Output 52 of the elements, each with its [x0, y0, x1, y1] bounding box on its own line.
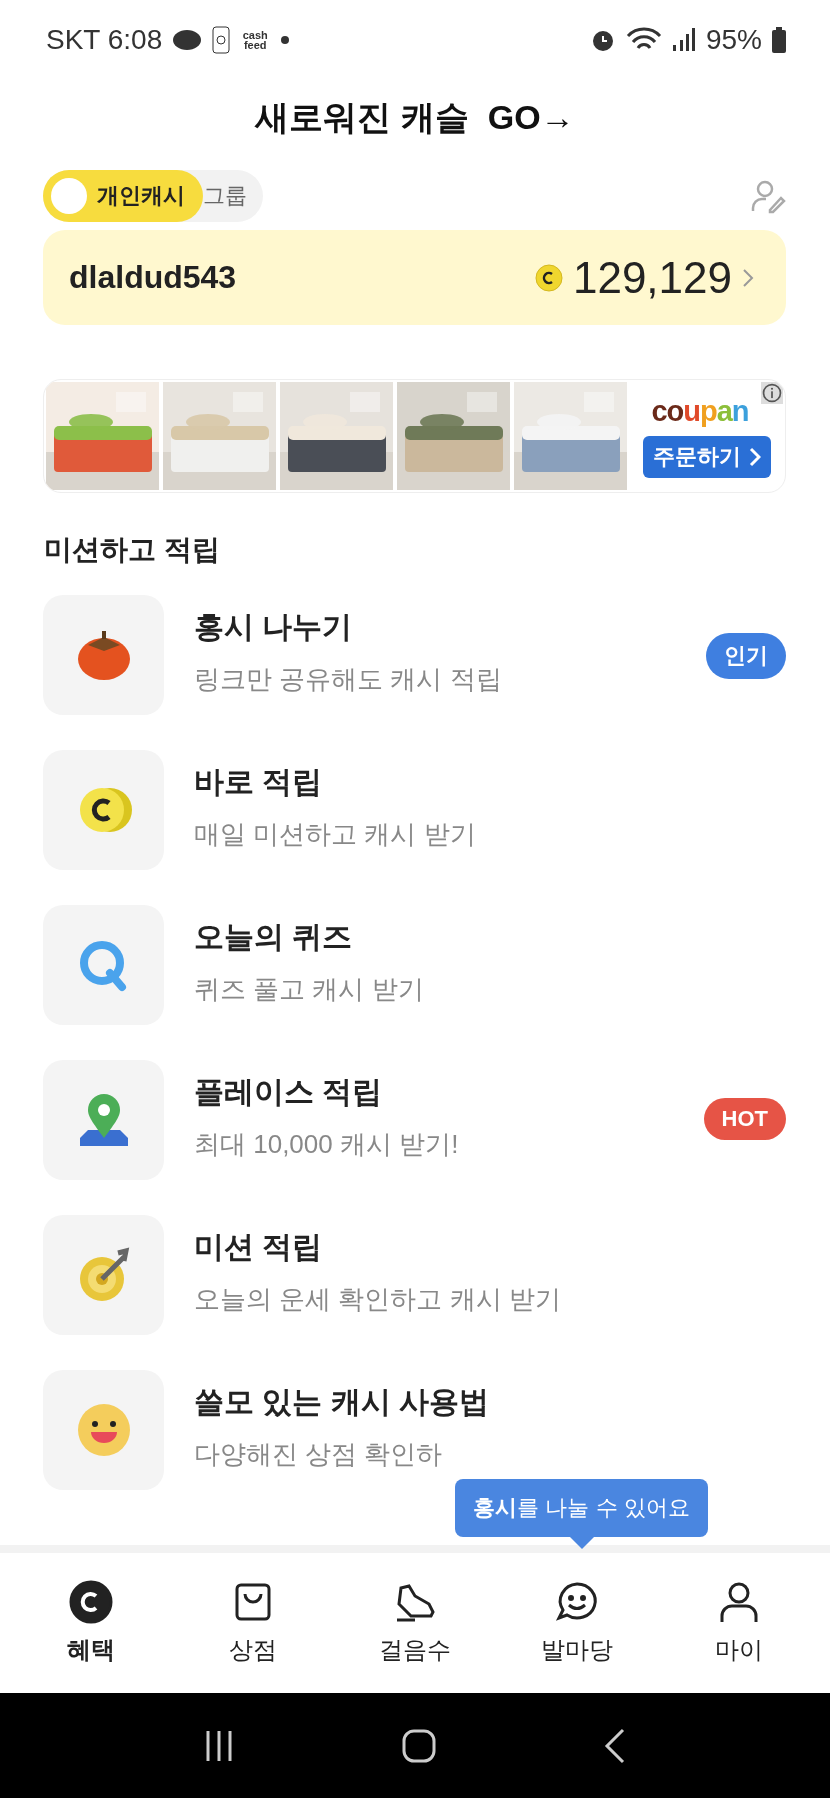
mission-title: 오늘의 퀴즈 — [194, 919, 354, 955]
nav-tab[interactable]: 마이 — [669, 1579, 809, 1667]
mission-badge: HOT — [703, 1098, 786, 1140]
section-title: 미션하고 적립 — [44, 534, 220, 565]
ad-banner[interactable]: coupan 주문하기 — [43, 379, 786, 493]
mission-title: 플레이스 적립 — [194, 1074, 384, 1110]
dot-icon — [280, 35, 291, 45]
brand-logo: coupan — [651, 394, 749, 428]
cash-balance: 129,129 — [572, 252, 732, 303]
mission-subtitle: 매일 미션하고 캐시 받기 — [194, 818, 477, 851]
nav-tab[interactable]: 상점 — [183, 1579, 323, 1667]
toggle-option[interactable]: 개인캐시 — [43, 170, 203, 222]
nav-tab[interactable]: 걸음수 — [345, 1579, 485, 1667]
smile-chat-icon — [555, 1580, 599, 1624]
chat-bubble-icon — [172, 27, 203, 53]
mission-title: 바로 적립 — [194, 764, 324, 800]
nav-tab[interactable]: 혜택 — [21, 1579, 161, 1667]
mission-item[interactable]: 미션 적립 오늘의 운세 확인하고 캐시 받기 — [43, 1215, 786, 1370]
mission-item[interactable]: 오늘의 퀴즈 퀴즈 풀고 캐시 받기 — [43, 905, 786, 1060]
mission-badge: 인기 — [706, 633, 786, 679]
mission-subtitle: 링크만 공유해도 캐시 적립 — [194, 663, 503, 696]
mission-subtitle: 퀴즈 풀고 캐시 받기 — [194, 973, 425, 1006]
chevron-right-icon — [749, 446, 761, 467]
battery-percent: 95% — [705, 24, 762, 56]
mission-subtitle: 최대 10,000 캐시 받기! — [194, 1128, 460, 1161]
home-icon[interactable] — [401, 1727, 437, 1764]
coin-icon — [69, 1580, 113, 1624]
mission-title: 홍시 나누기 — [194, 609, 354, 645]
username: dlaldud543 — [69, 259, 237, 296]
tooltip-pointer — [569, 1537, 594, 1549]
chevron-right-icon — [742, 267, 754, 288]
mission-subtitle: 오늘의 운세 확인하고 캐시 받기 — [194, 1283, 562, 1316]
toggle-option[interactable]: 그룹 — [203, 170, 263, 222]
app-notification-label: cash feed — [241, 30, 269, 50]
coin-icon — [534, 263, 563, 292]
mission-item[interactable]: 플레이스 적립 최대 10,000 캐시 받기! HOT — [43, 1060, 786, 1215]
signal-icon — [671, 27, 696, 53]
mission-title: 쓸모 있는 캐시 사용법 — [194, 1384, 490, 1420]
back-icon[interactable] — [604, 1727, 627, 1764]
mission-item[interactable]: 홍시 나누기 링크만 공유해도 캐시 적립 인기 — [43, 595, 786, 750]
carrier-time: SKT 6:08 — [46, 24, 163, 56]
order-button[interactable]: 주문하기 — [643, 435, 771, 478]
mission-title: 미션 적립 — [194, 1229, 324, 1265]
header-title[interactable]: 새로워진 캐슬 GO→ — [255, 95, 575, 141]
battery-icon — [772, 27, 786, 53]
tooltip: 홍시를 나눌 수 있어요 — [455, 1479, 708, 1549]
nav-tab[interactable]: 발마당 — [507, 1579, 647, 1667]
info-icon[interactable] — [761, 382, 783, 404]
mission-item[interactable]: 바로 적립 매일 미션하고 캐시 받기 — [43, 750, 786, 905]
mission-subtitle: 다양해진 상점 확인하 — [194, 1438, 444, 1471]
account-card[interactable]: dlaldud543 129,129 — [43, 230, 786, 325]
phone-gear-icon — [212, 26, 231, 54]
